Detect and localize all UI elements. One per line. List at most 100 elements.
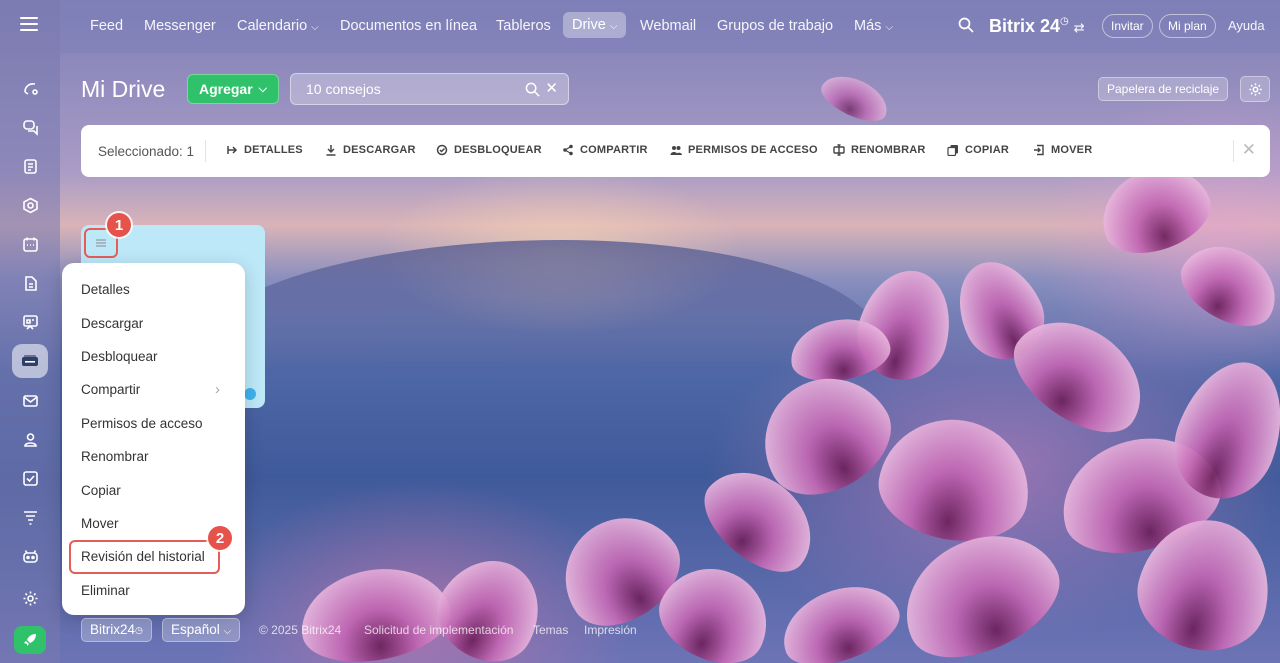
language-label: Español (171, 622, 220, 637)
nav-drive-label: Drive (572, 17, 606, 33)
menu-lines-icon (96, 239, 106, 247)
brand-logo: Bitrix 24◷ ⇄ (989, 16, 1085, 37)
share-icon (563, 144, 573, 156)
menu-item-download[interactable]: Descargar (81, 316, 143, 331)
rename-icon (833, 144, 845, 156)
rename-action-label: RENOMBRAR (851, 144, 926, 156)
background-flower (815, 66, 895, 130)
access-permissions-label: PERMISOS DE ACCESO (688, 144, 818, 156)
move-action-label: MOVER (1051, 144, 1093, 156)
nav-feed[interactable]: Feed (90, 18, 123, 34)
sidebar-feed-icon[interactable] (12, 71, 48, 105)
details-action[interactable]: DETALLES (226, 144, 303, 156)
nav-mas-label: Más (854, 18, 882, 34)
language-select[interactable]: Español ⌵ (162, 618, 241, 642)
nav-mas[interactable]: Más ⌵ (854, 18, 893, 34)
help-link[interactable]: Ayuda (1228, 18, 1265, 33)
unlock-action[interactable]: DESBLOQUEAR (436, 144, 542, 156)
chevron-right-icon: › (215, 381, 220, 398)
search-input-value: 10 consejos (306, 81, 381, 97)
copy-action[interactable]: COPIAR (947, 144, 1009, 156)
gear-icon (1248, 82, 1262, 96)
menu-item-unlock[interactable]: Desbloquear (81, 349, 158, 364)
sidebar-mail-icon[interactable] (12, 383, 48, 417)
menu-burger-icon[interactable] (20, 17, 38, 31)
recycle-bin-button[interactable]: Papelera de reciclaje (1098, 77, 1229, 101)
chevron-down-icon: ⌵ (885, 22, 894, 33)
sliders-icon[interactable]: ⇄ (1074, 20, 1085, 35)
footer-brand-label: Bitrix24 (90, 622, 136, 637)
download-action-label: DESCARGAR (343, 144, 416, 156)
background-mountain (180, 240, 880, 380)
clock-icon: ◷ (135, 625, 143, 635)
add-button[interactable]: Agregar ⌵ (187, 74, 279, 104)
footer-link-print[interactable]: Impresión (584, 623, 637, 637)
sidebar-hexagon-icon[interactable] (12, 188, 48, 222)
users-icon (670, 146, 682, 155)
footer-link-implementation[interactable]: Solicitud de implementación (364, 623, 513, 637)
sidebar-robot-icon[interactable] (12, 539, 48, 573)
sidebar-funnel-icon[interactable] (12, 500, 48, 534)
shared-users-icon (244, 388, 256, 400)
clock-icon: ◷ (1060, 16, 1069, 27)
sidebar-calendar-icon[interactable] (12, 227, 48, 261)
search-icon[interactable] (525, 82, 540, 97)
settings-button[interactable] (1240, 76, 1270, 102)
move-icon (1034, 144, 1044, 156)
sidebar-docs-icon[interactable] (12, 149, 48, 183)
sidebar-board-icon[interactable] (12, 305, 48, 339)
sidebar-file-icon[interactable] (12, 266, 48, 300)
selected-count: Seleccionado: 1 (98, 144, 195, 159)
background-flower (870, 407, 1040, 553)
menu-item-delete[interactable]: Eliminar (81, 583, 130, 598)
search-input[interactable]: 10 consejos ✕ (290, 73, 569, 105)
add-button-label: Agregar (198, 81, 253, 97)
divider (1233, 140, 1234, 162)
menu-item-share[interactable]: Compartir › (81, 381, 220, 398)
details-action-label: DETALLES (244, 144, 303, 156)
invite-button[interactable]: Invitar (1102, 14, 1153, 38)
footer-link-themes[interactable]: Temas (533, 623, 568, 637)
sidebar-chat-icon[interactable] (12, 110, 48, 144)
download-action[interactable]: DESCARGAR (325, 144, 416, 156)
nav-grupos[interactable]: Grupos de trabajo (717, 18, 833, 34)
download-icon (326, 145, 336, 156)
my-plan-button[interactable]: Mi plan (1159, 14, 1216, 38)
nav-documentos[interactable]: Documentos en línea (340, 18, 477, 34)
divider (205, 140, 206, 162)
sidebar-people-icon[interactable] (12, 422, 48, 456)
menu-item-rename[interactable]: Renombrar (81, 449, 149, 464)
left-sidebar (0, 0, 60, 663)
brand-text: Bitrix 24 (989, 16, 1061, 36)
unlock-action-label: DESBLOQUEAR (454, 144, 542, 156)
nav-drive[interactable]: Drive ⌵ (563, 12, 627, 38)
menu-item-details[interactable]: Detalles (81, 282, 130, 297)
close-icon[interactable]: ✕ (1242, 140, 1256, 160)
nav-tableros[interactable]: Tableros (496, 18, 551, 34)
sidebar-tasks-icon[interactable] (12, 461, 48, 495)
clear-icon[interactable]: ✕ (545, 74, 558, 104)
share-action[interactable]: COMPARTIR (562, 144, 648, 156)
move-action[interactable]: MOVER (1033, 144, 1092, 156)
callout-step-2: 2 (208, 526, 232, 550)
page-title: Mi Drive (81, 76, 166, 102)
top-navigation: Feed Messenger Calendario ⌵ Documentos e… (60, 0, 1280, 53)
menu-item-move[interactable]: Mover (81, 516, 119, 531)
menu-item-access-permissions[interactable]: Permisos de acceso (81, 416, 203, 431)
rename-action[interactable]: RENOMBRAR (833, 144, 926, 156)
sidebar-drive-icon[interactable] (12, 344, 48, 378)
sidebar-rocket-icon[interactable] (14, 626, 46, 654)
open-details-icon (227, 146, 238, 154)
menu-item-copy[interactable]: Copiar (81, 483, 121, 498)
nav-calendario[interactable]: Calendario ⌵ (237, 18, 319, 34)
access-permissions-action[interactable]: PERMISOS DE ACCESO (670, 144, 818, 156)
callout-step-1: 1 (107, 213, 131, 237)
search-icon[interactable] (958, 17, 974, 33)
copy-icon (947, 145, 958, 156)
nav-messenger[interactable]: Messenger (144, 18, 216, 34)
nav-calendario-label: Calendario (237, 18, 308, 34)
background-flower (1169, 229, 1280, 341)
nav-webmail[interactable]: Webmail (640, 18, 696, 34)
sidebar-settings-icon[interactable] (12, 581, 48, 615)
footer-brand-button[interactable]: Bitrix24◷ (81, 618, 152, 642)
